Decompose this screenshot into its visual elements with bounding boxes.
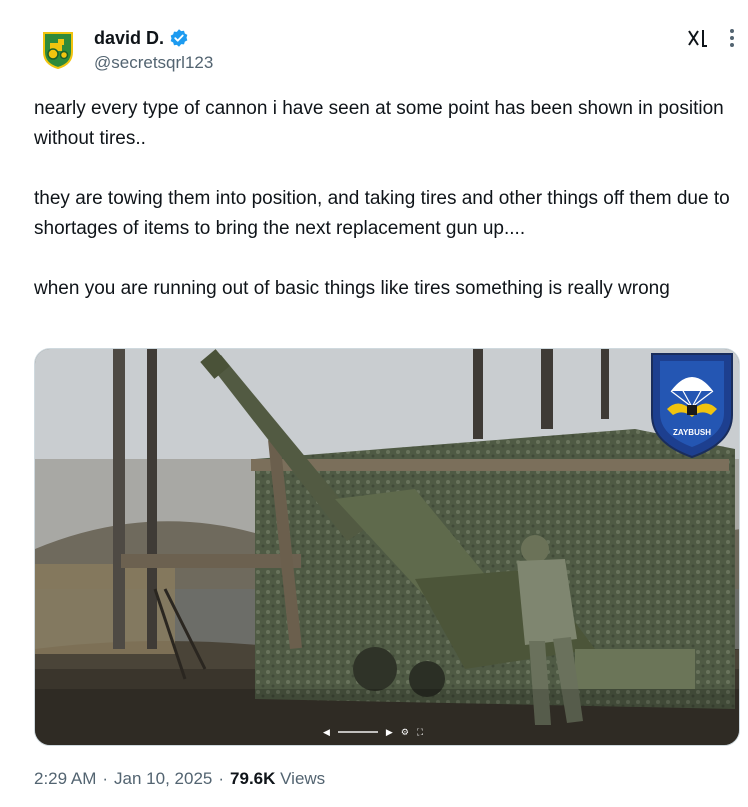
- tractor-crest-icon: [43, 32, 73, 70]
- play-icon[interactable]: ▶: [386, 727, 393, 737]
- user-handle[interactable]: @secretsqrl123: [94, 53, 213, 73]
- grok-icon[interactable]: [686, 28, 710, 48]
- video-controls: ◀ ▶ ⚙ ⛶: [323, 725, 453, 739]
- fullscreen-icon[interactable]: ⛶: [417, 727, 423, 737]
- more-options-icon[interactable]: [722, 26, 742, 50]
- unit-badge-icon: ZAYBUSH: [651, 353, 733, 459]
- tweet-paragraph: they are towing them into position, and …: [34, 188, 730, 239]
- tweet-meta: 2:29 AM · Jan 10, 2025 · 79.6K Views: [34, 769, 325, 789]
- user-info: david D. @secretsqrl123: [94, 26, 213, 73]
- tweet-time[interactable]: 2:29 AM: [34, 769, 96, 789]
- volume-bar[interactable]: [337, 731, 378, 733]
- tweet-paragraph: when you are running out of basic things…: [34, 278, 670, 299]
- badge-text: ZAYBUSH: [673, 428, 711, 437]
- tweet-card: david D. @secretsqrl123 nearly every typ…: [0, 0, 748, 807]
- volume-icon[interactable]: ◀: [323, 727, 330, 737]
- views-label: Views: [280, 769, 326, 788]
- video-player[interactable]: ZAYBUSH ◀ ▶ ⚙ ⛶: [34, 348, 740, 746]
- tweet-text: nearly every type of cannon i have seen …: [34, 94, 744, 334]
- separator: ·: [218, 769, 225, 788]
- views-count: 79.6K: [230, 769, 276, 788]
- tweet-date[interactable]: Jan 10, 2025: [114, 769, 212, 789]
- settings-icon[interactable]: ⚙: [401, 727, 409, 737]
- howitzer-video-thumbnail: [35, 349, 739, 745]
- separator: ·: [102, 769, 109, 788]
- avatar[interactable]: [34, 26, 82, 74]
- tweet-paragraph: nearly every type of cannon i have seen …: [34, 98, 724, 149]
- verified-badge-icon: [169, 28, 189, 48]
- display-name[interactable]: david D.: [94, 28, 164, 49]
